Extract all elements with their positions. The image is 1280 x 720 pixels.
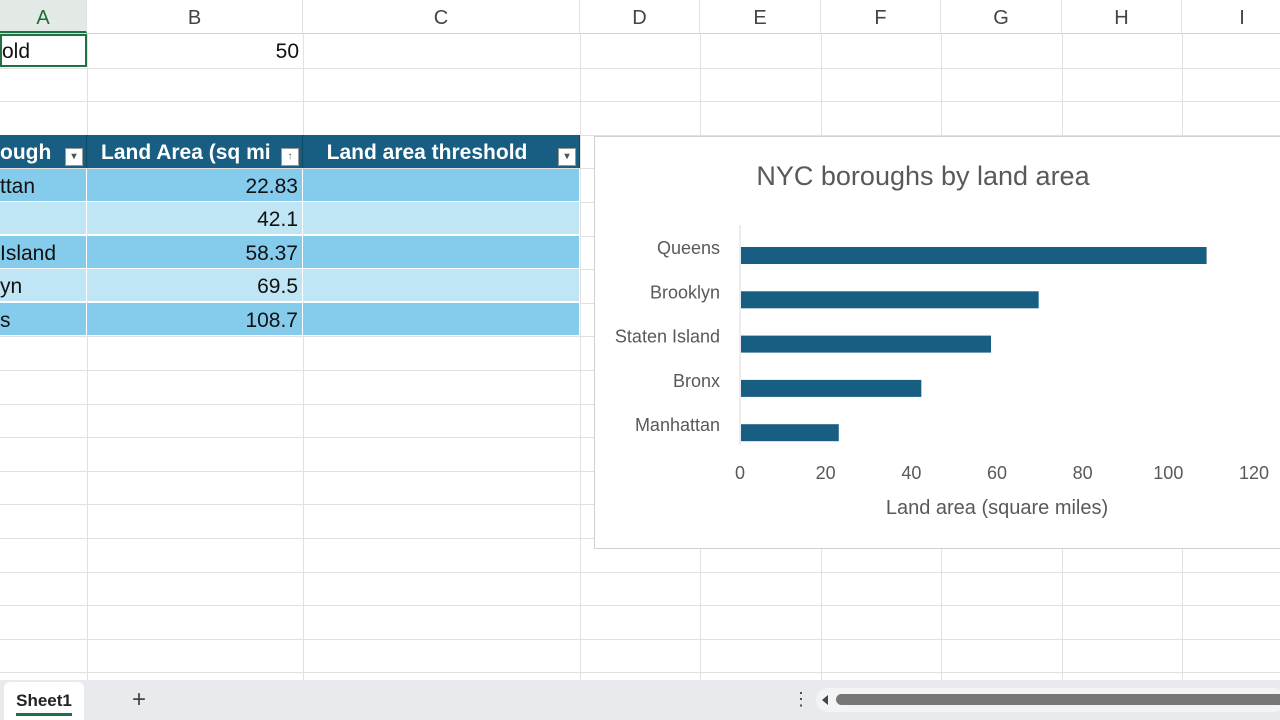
column-header-d[interactable]: D (580, 0, 700, 33)
sort-filter-icon[interactable]: ↑ (281, 148, 299, 166)
column-header-i[interactable]: I (1182, 0, 1280, 33)
filter-dropdown-icon[interactable]: ▾ (65, 148, 83, 166)
filter-dropdown-icon[interactable]: ▾ (558, 148, 576, 166)
cell-b1[interactable]: 50 (87, 34, 303, 67)
column-header-c[interactable]: C (303, 0, 580, 33)
column-gridline (580, 34, 581, 680)
bar-staten-island (741, 335, 992, 353)
column-header-b[interactable]: B (87, 0, 303, 33)
table-cell[interactable]: 58.37 (87, 235, 303, 269)
y-tick-label: Staten Island (615, 327, 720, 347)
column-header-g[interactable]: G (941, 0, 1062, 33)
chart-svg: NYC boroughs by land area Queens Brooklyn S… (615, 161, 1269, 519)
y-tick-label: Brooklyn (650, 282, 720, 302)
table-header-cell[interactable]: Land area threshold ▾ (303, 135, 580, 168)
table-cell[interactable] (303, 202, 580, 236)
bar-brooklyn (741, 291, 1039, 309)
table-cell[interactable]: 42.1 (87, 202, 303, 236)
x-tick-label: 40 (901, 463, 921, 483)
column-header-f[interactable]: F (821, 0, 941, 33)
header-label: Land Area (sq mi (101, 141, 271, 164)
table-cell[interactable] (303, 303, 580, 336)
bar-queens (741, 247, 1207, 264)
scroll-left-arrow-icon[interactable] (822, 695, 828, 705)
y-tick-label: Bronx (673, 371, 720, 391)
x-tick-label: 120 (1239, 463, 1269, 483)
table-cell[interactable] (303, 168, 580, 202)
table-cell[interactable]: 22.83 (87, 168, 303, 202)
row-gridline (0, 672, 1280, 674)
more-options-icon[interactable]: ⋮ (792, 689, 810, 710)
sheet-tab-label: Sheet1 (16, 691, 72, 716)
scrollbar-thumb[interactable] (836, 694, 1280, 705)
table-cell[interactable]: s (0, 303, 87, 336)
column-header-h[interactable]: H (1062, 0, 1182, 33)
table-cell[interactable]: 108.7 (87, 303, 303, 336)
sheet-tab-bar: Sheet1 + ⋮ (0, 680, 1280, 720)
table-header-cell[interactable]: ough ▾ (0, 135, 87, 168)
row-gridline (0, 605, 1280, 607)
x-tick-label: 80 (1073, 463, 1093, 483)
row-gridline (0, 101, 1280, 103)
header-label: ough (0, 141, 52, 164)
column-gridline (303, 34, 304, 680)
table-cell[interactable] (303, 269, 580, 303)
x-tick-label: 0 (735, 463, 745, 483)
x-tick-label: 100 (1153, 463, 1183, 483)
bar-manhattan (741, 424, 839, 442)
bar-chart[interactable]: NYC boroughs by land area Queens Brooklyn S… (594, 136, 1280, 549)
y-tick-label: Manhattan (635, 415, 720, 435)
row-gridline (0, 638, 1280, 640)
bar-bronx (741, 379, 922, 397)
column-headers: ABCDEFGHI (0, 0, 1280, 34)
x-tick-label: 20 (816, 463, 836, 483)
row-gridline (0, 571, 1280, 573)
table-cell[interactable]: ttan (0, 168, 87, 202)
table-cell[interactable] (303, 235, 580, 269)
column-header-e[interactable]: E (700, 0, 821, 33)
add-sheet-button[interactable]: + (132, 686, 146, 714)
table-cell[interactable]: Island (0, 235, 87, 269)
column-header-a[interactable]: A (0, 0, 87, 33)
cell-a1[interactable]: old (0, 34, 87, 67)
horizontal-scrollbar[interactable] (816, 688, 1280, 712)
x-tick-label: 60 (987, 463, 1007, 483)
table-header-cell[interactable]: Land Area (sq mi ↑ (87, 135, 303, 168)
table-cell[interactable] (0, 202, 87, 236)
sheet-tab-sheet1[interactable]: Sheet1 (4, 682, 84, 720)
table-cell[interactable]: yn (0, 269, 87, 303)
table-cell[interactable]: 69.5 (87, 269, 303, 303)
y-tick-label: Queens (657, 238, 720, 258)
chart-title: NYC boroughs by land area (756, 161, 1090, 191)
column-gridline (87, 34, 88, 680)
header-label: Land area threshold (326, 141, 528, 164)
row-gridline (0, 67, 1280, 69)
x-axis-title: Land area (square miles) (886, 497, 1108, 519)
